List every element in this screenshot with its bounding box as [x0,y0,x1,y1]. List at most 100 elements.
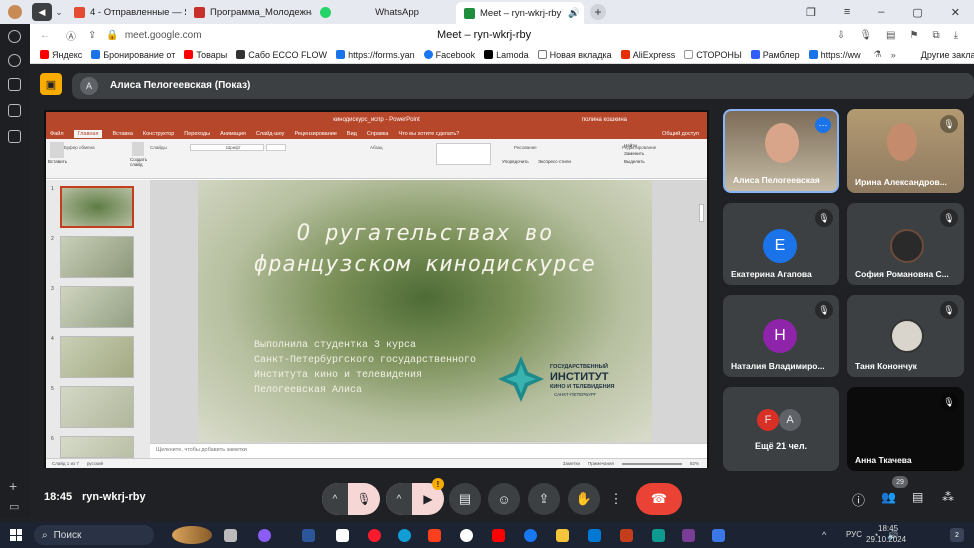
presentation-icon[interactable]: ▣ [40,73,62,95]
slide-thumbnail-5[interactable] [60,386,134,428]
winrar-icon[interactable] [682,529,695,542]
chevron-up-icon[interactable]: ^ [322,483,348,515]
participant-tile[interactable]: 🎙 София Романовна С... [847,203,964,285]
powerpoint-icon[interactable] [620,529,633,542]
tab-meet[interactable]: Meet – ryn-wkrj-rby 🔊 ✕ [456,2,584,24]
word-icon[interactable] [302,529,315,542]
share-icon[interactable]: ⇪ [88,30,96,41]
mic-control[interactable]: ^ 🎙 [322,483,380,515]
more-bookmarks-icon[interactable]: » [891,50,896,60]
notes-toggle[interactable]: Заметки [563,461,580,466]
ppt-tab-insert[interactable]: Вставка [112,131,132,137]
bookmark-item[interactable]: Сабо ECCO FLOW [236,50,327,60]
new-slide-icon[interactable] [132,142,144,156]
tab-audio-icon[interactable]: ◀ [32,3,52,21]
yandex-icon[interactable] [428,529,441,542]
ppt-share-button[interactable]: Общий доступ [662,131,707,137]
paste-icon[interactable] [50,142,64,158]
ppt-tab-slideshow[interactable]: Слайд-шоу [256,131,285,137]
info-icon[interactable]: ⓘ [852,490,865,509]
ppt-tell-me[interactable]: Что вы хотите сделать? [398,131,459,137]
mic-off-icon[interactable]: 🎙 [348,483,380,515]
window-close-icon[interactable]: ✕ [951,6,960,19]
play-icon[interactable] [8,30,21,43]
quick-styles-button[interactable]: Экспресс-стили [538,159,571,164]
sidebar-settings-icon[interactable]: ▭ [9,500,19,513]
slide-thumbnail-4[interactable] [60,336,134,378]
people-icon[interactable]: 👥 [881,490,896,504]
bookmark-item[interactable]: Lamoda [484,50,529,60]
emoji-button[interactable]: ☺ [488,483,520,515]
history-icon[interactable] [8,54,21,67]
bookmark-item[interactable]: https://forms.yan [336,50,415,60]
vertical-scrollbar[interactable] [699,204,704,222]
collections-icon[interactable]: ⧉ [932,30,939,41]
back-icon[interactable]: ← [40,30,50,41]
counter-icon[interactable] [8,104,21,117]
speaker-icon[interactable]: 🔊 [568,8,580,19]
bookmark-item[interactable]: Рамблер [750,50,800,60]
zoom-slider[interactable] [621,462,682,465]
yandex-browser-icon[interactable] [336,529,349,542]
ppt-tab-home[interactable]: Главная [73,129,103,138]
more-options-button[interactable]: ⋮ [606,483,626,515]
bookmark-item[interactable]: СТОРОНЫ [684,50,742,60]
bookmark-extra-icon[interactable]: ⚗ [874,49,882,60]
bookmark-item[interactable]: Яндекс [40,50,82,60]
ppt-tab-animation[interactable]: Анимация [220,131,246,137]
taskbar-search[interactable]: ⌕ Поиск [34,525,154,545]
task-view-icon[interactable] [224,529,237,542]
present-button[interactable]: ⇪ [528,483,560,515]
bookmark-icon[interactable]: ⚑ [909,30,918,41]
slide-thumbnail-2[interactable] [60,236,134,278]
slide-thumbnail-3[interactable] [60,286,134,328]
select-button[interactable]: Выделить [624,159,645,164]
leave-call-button[interactable]: ☎ [636,483,682,515]
comments-toggle[interactable]: Примечания [588,461,614,466]
bookmark-item[interactable]: Facebook [423,50,475,60]
participant-tile[interactable]: ⋯ Алиса Пелогеевская [723,109,839,193]
chrome-icon[interactable] [460,529,473,542]
replace-button[interactable]: Заменить [624,151,644,156]
widget-icon[interactable] [172,526,212,544]
language-indicator[interactable]: РУС [846,530,862,539]
captions-button[interactable]: ▤ [449,483,481,515]
menu-icon[interactable]: ≡ [844,6,850,19]
reading-icon[interactable]: Ⓐ [66,28,76,43]
participant-tile[interactable]: 🎙 Таня Конончук [847,295,964,377]
edge-icon[interactable] [398,529,411,542]
youtube-icon[interactable] [492,529,505,542]
minimize-icon[interactable]: – [878,6,884,19]
bookmark-item[interactable]: Товары [184,50,227,60]
chevron-down-icon[interactable]: ⌄ [52,7,66,18]
more-participants-tile[interactable]: F А Ещё 21 чел. [723,387,839,471]
new-slide-button[interactable]: Создать слайд [130,157,150,167]
current-slide[interactable]: О ругательствах во французском кинодиску… [198,180,652,442]
add-panel-icon[interactable]: + [9,478,17,494]
download-icon[interactable]: ⇩ [837,30,845,41]
other-bookmarks[interactable]: Другие закладки [921,50,974,60]
chat-icon[interactable]: ▤ [912,490,923,504]
bookmark-item[interactable]: Бронирование от [91,50,175,60]
tabs-overview-icon[interactable]: ❐ [806,6,816,19]
ext-icon[interactable]: ▤ [886,30,895,41]
maximize-icon[interactable]: ▢ [912,6,922,19]
chevron-up-icon[interactable]: ^ [386,483,412,515]
app-icon[interactable] [258,529,271,542]
apps-icon[interactable] [8,130,21,143]
ppt-tab-file[interactable]: Файл [50,131,64,137]
ppt-tab-design[interactable]: Конструктор [143,131,174,137]
download-arrow-icon[interactable]: ⤓ [954,30,958,41]
ppt-tab-transitions[interactable]: Переходы [184,131,210,137]
ppt-tab-review[interactable]: Рецензирование [294,131,336,137]
participant-tile[interactable]: Н 🎙 Наталия Владимиро... [723,295,839,377]
profile-avatar[interactable] [0,0,30,24]
slide-thumbnail-1[interactable] [60,186,134,228]
tab-program[interactable]: Программа_Молодежна [186,1,312,23]
arrange-button[interactable]: Упорядочить [502,159,529,164]
photos-icon[interactable] [712,529,725,542]
tab-whatsapp-pinned[interactable] [312,1,338,23]
mic-icon[interactable]: 🎙 [859,30,872,41]
tab-whatsapp[interactable]: WhatsApp [338,1,456,23]
bookmark-item[interactable]: https://ww [808,50,861,60]
